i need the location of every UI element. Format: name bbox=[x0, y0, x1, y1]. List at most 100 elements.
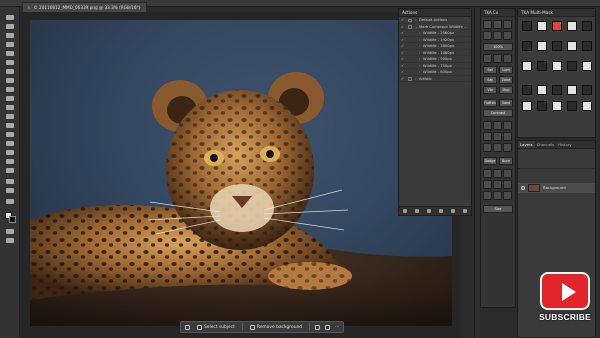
action-item[interactable]: ✓ › Artistic bbox=[399, 76, 471, 83]
tka-icon-button[interactable] bbox=[483, 143, 492, 152]
mask-icon[interactable] bbox=[567, 21, 577, 31]
tka-icon-button[interactable] bbox=[493, 54, 502, 63]
mask-icon[interactable] bbox=[522, 101, 532, 111]
tka-multimask-title[interactable]: TKA Multi-Mask bbox=[518, 9, 595, 17]
tka-icon-button[interactable] bbox=[493, 20, 502, 29]
tka-icon-button[interactable] bbox=[493, 180, 502, 189]
mask-icon[interactable] bbox=[537, 21, 547, 31]
vib-button[interactable]: Vib bbox=[483, 86, 497, 94]
mask-icon[interactable] bbox=[522, 61, 532, 71]
mask-icon[interactable] bbox=[567, 101, 577, 111]
tka-icon-button[interactable] bbox=[503, 54, 512, 63]
type-tool-icon[interactable] bbox=[6, 150, 14, 155]
tka-icon-button[interactable] bbox=[483, 169, 492, 178]
check-icon[interactable]: ✓ bbox=[401, 76, 404, 83]
leopard-cub-photo[interactable] bbox=[30, 20, 452, 326]
more-tools-icon[interactable] bbox=[6, 199, 14, 204]
dialog-toggle-icon[interactable] bbox=[408, 25, 412, 29]
path-select-tool-icon[interactable] bbox=[6, 159, 14, 164]
disclosure-arrow-icon[interactable]: › bbox=[415, 76, 416, 83]
gradient-tool-icon[interactable] bbox=[6, 114, 14, 119]
sel-button[interactable]: Sel bbox=[483, 66, 497, 74]
tab-layers[interactable]: Layers bbox=[518, 141, 535, 148]
tab-history[interactable]: History bbox=[556, 141, 574, 148]
move-tool-icon[interactable] bbox=[6, 15, 14, 20]
subscribe-badge[interactable]: SUBSCRIBE bbox=[536, 272, 594, 328]
clone-stamp-tool-icon[interactable] bbox=[6, 87, 14, 92]
tka-icon-button[interactable] bbox=[503, 20, 512, 29]
zoom-100-button[interactable]: 100% bbox=[483, 43, 513, 51]
healing-tool-icon[interactable] bbox=[6, 69, 14, 74]
tka-icon-button[interactable] bbox=[503, 132, 512, 141]
pen-tool-icon[interactable] bbox=[6, 141, 14, 146]
blur-tool-icon[interactable] bbox=[6, 123, 14, 128]
flatten-button[interactable]: Flatten bbox=[483, 99, 497, 107]
screen-mode-icon[interactable] bbox=[6, 238, 14, 243]
tka-icon-button[interactable] bbox=[503, 191, 512, 200]
dodge-button[interactable]: Dodge bbox=[483, 157, 497, 165]
dodge-tool-icon[interactable] bbox=[6, 132, 14, 137]
tka-icon-button[interactable] bbox=[493, 31, 502, 40]
mask-icon[interactable] bbox=[522, 85, 532, 95]
size-button[interactable]: Size bbox=[483, 205, 513, 213]
mask-icon[interactable] bbox=[537, 101, 547, 111]
trash-icon[interactable] bbox=[463, 209, 467, 213]
mask-icon[interactable] bbox=[537, 41, 547, 51]
more-options-button[interactable]: ··· bbox=[335, 325, 339, 330]
mask-icon[interactable] bbox=[552, 21, 562, 31]
dup-button[interactable]: Dup bbox=[499, 86, 513, 94]
tab-channels[interactable]: Channels bbox=[535, 141, 557, 148]
mask-icon[interactable] bbox=[552, 61, 562, 71]
close-icon[interactable]: × bbox=[27, 5, 31, 10]
tka-icon-button[interactable] bbox=[483, 180, 492, 189]
tka-icon-button[interactable] bbox=[483, 54, 492, 63]
mask-icon[interactable] bbox=[582, 41, 592, 51]
mask-icon[interactable] bbox=[567, 61, 577, 71]
tka-icon-button[interactable] bbox=[503, 180, 512, 189]
tka-cx-title[interactable]: TKA Cx bbox=[481, 9, 515, 17]
mask-icon[interactable] bbox=[567, 85, 577, 95]
tka-icon-button[interactable] bbox=[493, 191, 502, 200]
zoom-tool-icon[interactable] bbox=[6, 188, 14, 193]
tka-icon-button[interactable] bbox=[503, 169, 512, 178]
transform-icon[interactable] bbox=[315, 324, 321, 330]
adjust-icon[interactable] bbox=[325, 324, 331, 330]
mask-icon[interactable] bbox=[522, 21, 532, 31]
brush-tool-icon[interactable] bbox=[6, 78, 14, 83]
history-brush-tool-icon[interactable] bbox=[6, 96, 14, 101]
play-icon[interactable] bbox=[427, 209, 431, 213]
contrast-button[interactable]: Contrast bbox=[483, 109, 513, 117]
tka-icon-button[interactable] bbox=[483, 20, 492, 29]
lum-button[interactable]: Lum bbox=[499, 66, 513, 74]
shape-tool-icon[interactable] bbox=[6, 168, 14, 173]
tka-icon-button[interactable] bbox=[483, 132, 492, 141]
mask-icon[interactable] bbox=[582, 101, 592, 111]
tka-icon-button[interactable] bbox=[493, 143, 502, 152]
tka-icon-button[interactable] bbox=[483, 31, 492, 40]
lasso-tool-icon[interactable] bbox=[6, 33, 14, 38]
quick-select-tool-icon[interactable] bbox=[6, 42, 14, 47]
background-color-swatch[interactable] bbox=[9, 216, 16, 223]
tka-icon-button[interactable] bbox=[503, 121, 512, 130]
mask-icon[interactable] bbox=[567, 41, 577, 51]
marquee-tool-icon[interactable] bbox=[6, 24, 14, 29]
burn-button[interactable]: Burn bbox=[499, 157, 513, 165]
tka-icon-button[interactable] bbox=[493, 132, 502, 141]
new-action-icon[interactable] bbox=[451, 209, 455, 213]
hand-tool-icon[interactable] bbox=[6, 179, 14, 184]
document-tab[interactable]: × © 20110812_MMD_06339.png @ 33.3% (RGB/1… bbox=[22, 2, 148, 12]
mask-icon[interactable] bbox=[552, 41, 562, 51]
mask-icon[interactable] bbox=[522, 41, 532, 51]
eraser-tool-icon[interactable] bbox=[6, 105, 14, 110]
stop-icon[interactable] bbox=[403, 209, 407, 213]
layer-row[interactable]: Background bbox=[518, 183, 595, 193]
select-subject-button[interactable]: Select subject bbox=[195, 324, 237, 330]
mask-icon[interactable] bbox=[552, 101, 562, 111]
record-icon[interactable] bbox=[415, 209, 419, 213]
mask-icon[interactable] bbox=[537, 85, 547, 95]
actions-panel-title[interactable]: Actions bbox=[399, 9, 471, 17]
new-set-icon[interactable] bbox=[439, 209, 443, 213]
quick-mask-icon[interactable] bbox=[6, 229, 14, 234]
tka-icon-button[interactable] bbox=[493, 121, 502, 130]
tka-icon-button[interactable] bbox=[483, 191, 492, 200]
